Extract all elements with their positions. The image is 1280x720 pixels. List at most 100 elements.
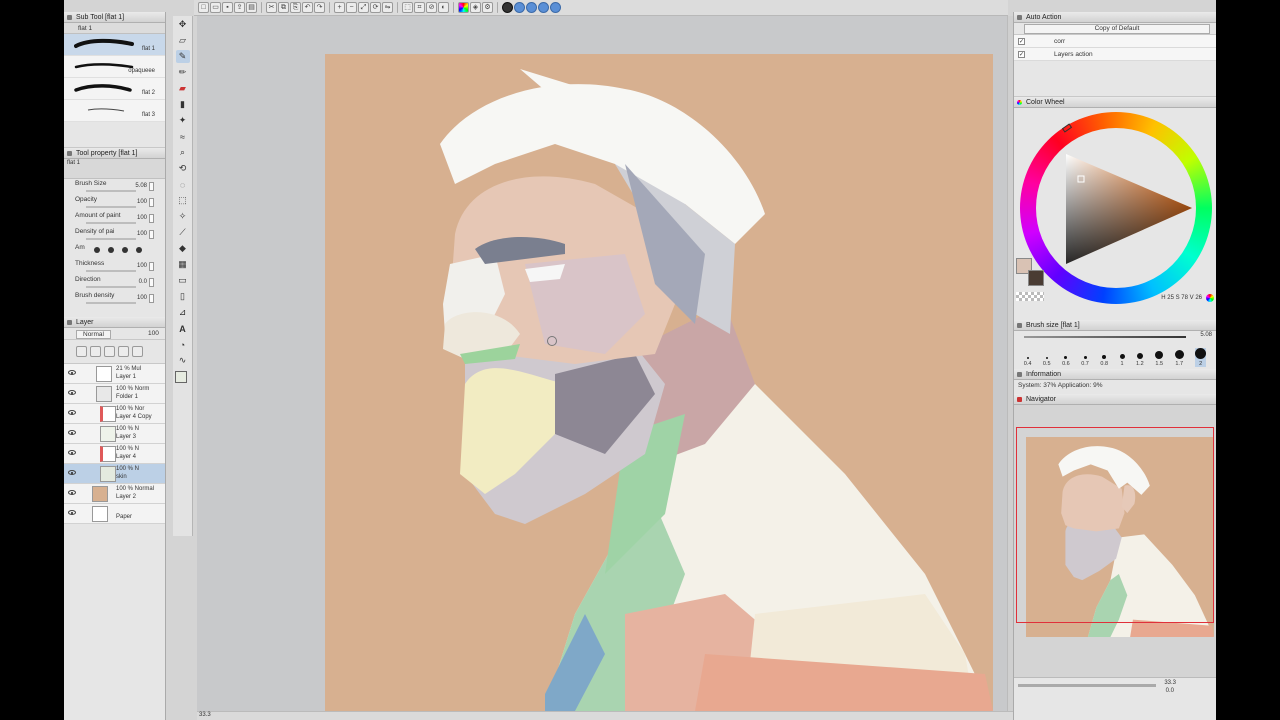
stepper[interactable] (149, 182, 154, 191)
main-color-swatch[interactable] (175, 371, 187, 383)
layer-row[interactable]: 100 % Norm Folder 1 (64, 384, 165, 404)
asset-icon[interactable] (526, 2, 537, 13)
pencil-icon[interactable]: ✏ (176, 66, 190, 79)
print-icon[interactable]: ▤ (246, 2, 257, 13)
eye-icon[interactable] (68, 410, 76, 415)
size-preset[interactable]: 0.4 (1024, 357, 1031, 367)
canvas-workspace[interactable] (197, 16, 1007, 711)
layer-row[interactable]: 100 % Normal Layer 2 (64, 484, 165, 504)
zoom-slider[interactable] (1018, 684, 1156, 687)
cut-icon[interactable]: ✂ (266, 2, 277, 13)
help-icon[interactable] (502, 2, 513, 13)
sync-icon[interactable] (514, 2, 525, 13)
frame-icon[interactable]: ▯ (176, 290, 190, 303)
property-brush-density[interactable]: Brush density 100 (64, 291, 165, 307)
select-icon[interactable]: ⬚ (176, 194, 190, 207)
property-density[interactable]: Density of pai 100 (64, 227, 165, 243)
property-thickness[interactable]: Thickness 100 (64, 259, 165, 275)
property-anti-aliasing[interactable]: Am (64, 243, 165, 259)
size-preset[interactable]: 2 (1195, 348, 1207, 367)
size-preset[interactable]: 1 (1119, 354, 1125, 367)
balloon-icon[interactable]: ◔ (176, 338, 190, 351)
flip-icon[interactable]: ⇋ (382, 2, 393, 13)
ruler-icon[interactable]: ⊿ (176, 306, 190, 319)
eye-icon[interactable] (68, 430, 76, 435)
layer-row-selected[interactable]: 100 % Nskin (64, 464, 165, 484)
zoom-in-icon[interactable]: + (334, 2, 345, 13)
main-sub-color[interactable] (173, 371, 192, 397)
stepper[interactable] (149, 278, 154, 287)
canvas[interactable] (325, 54, 993, 711)
eye-icon[interactable] (68, 510, 76, 515)
brush-item[interactable]: flat 1 (64, 34, 165, 56)
brush-item[interactable]: opaqueee (64, 56, 165, 78)
size-preset[interactable]: 0.7 (1081, 356, 1089, 367)
check-icon[interactable]: ✓ (1018, 51, 1025, 58)
text-icon[interactable]: A (176, 322, 190, 335)
redo-icon[interactable]: ↷ (314, 2, 325, 13)
eye-icon[interactable] (68, 450, 76, 455)
move-icon[interactable]: ✥ (176, 18, 190, 31)
export-icon[interactable]: ⇪ (234, 2, 245, 13)
fill-icon[interactable]: ◆ (176, 242, 190, 255)
rotate-icon[interactable]: ⟳ (370, 2, 381, 13)
transparent-swatch[interactable] (1016, 292, 1044, 301)
layer-row[interactable]: Paper (64, 504, 165, 524)
zoom-out-icon[interactable]: − (346, 2, 357, 13)
gradient-icon[interactable]: ▦ (176, 258, 190, 271)
sub-color-swatch[interactable] (1028, 270, 1044, 286)
blend-icon[interactable]: ≈ (176, 130, 190, 143)
new-icon[interactable]: □ (198, 2, 209, 13)
deselect-icon[interactable]: ⊘ (426, 2, 437, 13)
stepper[interactable] (149, 198, 154, 207)
navigator-view-rect[interactable] (1016, 427, 1214, 623)
brush-item[interactable]: flat 2 (64, 78, 165, 100)
size-preset[interactable]: 0.8 (1100, 355, 1108, 367)
stepper[interactable] (149, 294, 154, 303)
mask-icon[interactable] (118, 346, 129, 357)
size-preset[interactable]: 0.6 (1062, 356, 1070, 367)
layer-row[interactable]: 100 % N Layer 4 (64, 444, 165, 464)
selection-icon[interactable]: ⌗ (414, 2, 425, 13)
eye-icon[interactable] (68, 470, 76, 475)
settings-icon[interactable]: ⚙ (482, 2, 493, 13)
copy-icon[interactable]: ⧉ (278, 2, 289, 13)
eyedropper-icon[interactable]: ⟋ (176, 226, 190, 239)
stepper[interactable] (149, 230, 154, 239)
horizontal-scrollbar[interactable]: 33.3 (197, 711, 1013, 720)
paste-icon[interactable]: ⎘ (290, 2, 301, 13)
zoom-icon[interactable]: ⌕ (176, 146, 190, 159)
blend-mode-select[interactable]: Normal (76, 330, 111, 339)
saturation-value-triangle[interactable] (1014, 108, 1216, 308)
lock-icon[interactable] (104, 346, 115, 357)
action-item[interactable]: ✓ Layers action (1014, 48, 1216, 61)
lasso-icon[interactable]: ◌ (176, 178, 190, 191)
figure-icon[interactable]: ▭ (176, 274, 190, 287)
stepper[interactable] (149, 262, 154, 271)
eye-icon[interactable] (68, 490, 76, 495)
opacity-value[interactable]: 100 (148, 330, 159, 337)
layer-row[interactable]: 100 % Nor Layer 4 Copy (64, 404, 165, 424)
size-preset[interactable]: 0.5 (1043, 357, 1051, 367)
cloud-icon[interactable] (538, 2, 549, 13)
delete-layer-icon[interactable] (132, 346, 143, 357)
account-icon[interactable] (550, 2, 561, 13)
subtool-tab[interactable]: flat 1 (64, 23, 165, 34)
material-icon[interactable]: ◈ (470, 2, 481, 13)
open-icon[interactable]: ▭ (210, 2, 221, 13)
property-opacity[interactable]: Opacity 100 (64, 195, 165, 211)
stepper[interactable] (149, 214, 154, 223)
decoration-icon[interactable]: ✦ (176, 114, 190, 127)
new-layer-icon[interactable] (76, 346, 87, 357)
transform-icon[interactable]: ⬚ (402, 2, 413, 13)
color-icon[interactable] (458, 2, 469, 13)
eye-icon[interactable] (68, 370, 76, 375)
layer-row[interactable]: 21 % Mul Layer 1 (64, 364, 165, 384)
size-preset[interactable]: 1.7 (1174, 350, 1184, 367)
property-amount-of-paint[interactable]: Amount of paint 100 (64, 211, 165, 227)
property-brush-size[interactable]: Brush Size 5.08 (64, 179, 165, 195)
size-preset[interactable]: 1.2 (1136, 353, 1144, 367)
action-item[interactable]: ✓ corr (1014, 35, 1216, 48)
pen-icon[interactable]: ✎ (175, 50, 190, 63)
brush-size-slider[interactable]: 5.08 (1014, 331, 1216, 341)
